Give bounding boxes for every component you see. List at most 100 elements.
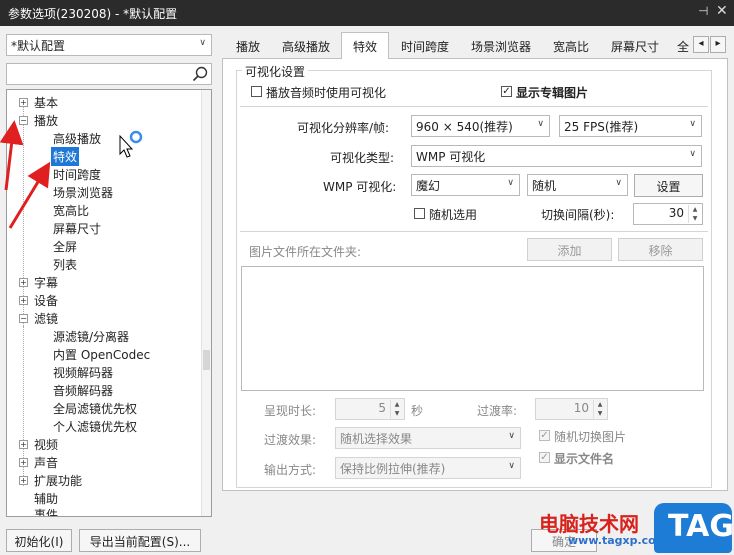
tab-scroll-right[interactable]: ▸ — [710, 36, 726, 53]
folder-list[interactable] — [241, 266, 704, 391]
random-select-checkbox[interactable] — [414, 208, 425, 219]
init-button[interactable]: 初始化(I) — [6, 529, 72, 552]
add-folder-button[interactable]: 添加 — [527, 238, 612, 261]
annotation-arrows — [0, 120, 51, 229]
transition-rate-label: 过渡率: — [477, 404, 518, 418]
resolution-select[interactable]: 960 × 540(推荐) ∨ — [411, 115, 550, 137]
transition-rate-spinner[interactable]: 10 ▲ ▼ — [535, 398, 608, 420]
show-filename-label: 显示文件名 — [554, 452, 615, 466]
tree-item-opencodec[interactable]: 内置 OpenCodec — [53, 346, 150, 363]
tree-item-advanced-playback[interactable]: 高级播放 — [53, 130, 101, 147]
divider — [240, 106, 708, 107]
profile-select[interactable]: *默认配置 ∨ — [6, 34, 212, 56]
interval-spinner[interactable]: 30 ▲ ▼ — [633, 203, 703, 225]
tree-expander[interactable]: + — [19, 296, 28, 305]
tree-item-extensions[interactable]: 扩展功能 — [34, 472, 82, 489]
show-album-checkbox[interactable]: ✓ — [501, 86, 512, 97]
tab-effects[interactable]: 特效 — [341, 32, 389, 59]
random-switch-checkbox[interactable]: ✓ — [539, 430, 550, 441]
interval-label: 切换间隔(秒): — [541, 208, 615, 222]
spinner-down-icon[interactable]: ▼ — [390, 409, 403, 418]
spinner-up-icon[interactable]: ▲ — [593, 400, 606, 409]
tree-item-sound[interactable]: 声音 — [34, 454, 58, 471]
tree-expander[interactable]: + — [19, 476, 28, 485]
wmp-mode-value: 随机 — [532, 179, 557, 193]
tree-scrollbar[interactable] — [201, 90, 211, 516]
spinner-down-icon[interactable]: ▼ — [593, 409, 606, 418]
use-visual-label: 播放音频时使用可视化 — [266, 86, 387, 100]
tree-item-video[interactable]: 视频 — [34, 436, 58, 453]
duration-value: 5 — [378, 401, 386, 415]
wmp-mode-select[interactable]: 随机 ∨ — [527, 174, 628, 196]
tree-item-screen-size[interactable]: 屏幕尺寸 — [53, 220, 101, 237]
tree-item-source-filter[interactable]: 源滤镜/分离器 — [53, 328, 129, 345]
search-input[interactable] — [6, 63, 212, 85]
tree-item-personal-filter-priority[interactable]: 个人滤镜优先权 — [53, 418, 137, 435]
chevron-down-icon: ∨ — [508, 461, 515, 471]
tree-item-devices[interactable]: 设备 — [34, 292, 58, 309]
spinner-up-icon[interactable]: ▲ — [390, 400, 403, 409]
tree-item-global-filter-priority[interactable]: 全局滤镜优先权 — [53, 400, 137, 417]
chevron-down-icon: ∨ — [689, 149, 696, 159]
tree-item-audio-decoder[interactable]: 音频解码器 — [53, 382, 113, 399]
pin-icon[interactable]: ⊣ — [698, 4, 708, 18]
tree-item-scene-browser[interactable]: 场景浏览器 — [53, 184, 113, 201]
tree-item-fullscreen[interactable]: 全屏 — [53, 238, 77, 255]
tree-item-list[interactable]: 列表 — [53, 256, 77, 273]
tab-advanced-playback[interactable]: 高级播放 — [274, 33, 338, 58]
visual-type-select[interactable]: WMP 可视化 ∨ — [411, 145, 702, 167]
transition-effect-select[interactable]: 随机选择效果 ∨ — [335, 427, 521, 449]
tree-scrollbar-thumb[interactable] — [203, 350, 210, 370]
duration-unit: 秒 — [411, 404, 424, 418]
transition-effect-label: 过渡效果: — [264, 433, 317, 447]
duration-spinner[interactable]: 5 ▲ ▼ — [335, 398, 405, 420]
tab-aspect-ratio[interactable]: 宽高比 — [545, 33, 597, 58]
tree-expander[interactable]: + — [19, 440, 28, 449]
watermark-url: www.tagxp.com — [568, 534, 668, 547]
tree-item-time-span[interactable]: 时间跨度 — [53, 166, 101, 183]
transition-rate-value: 10 — [573, 401, 589, 415]
wmp-label: WMP 可视化: — [323, 180, 397, 194]
spinner-down-icon[interactable]: ▼ — [688, 214, 701, 223]
tab-scroll-left[interactable]: ◂ — [693, 36, 709, 53]
output-value: 保持比例拉伸(推荐) — [340, 462, 446, 476]
wmp-preset-value: 魔幻 — [416, 179, 441, 193]
fps-select[interactable]: 25 FPS(推荐) ∨ — [559, 115, 702, 137]
tab-time-span[interactable]: 时间跨度 — [393, 33, 457, 58]
watermark-logo: TAG — [654, 503, 734, 553]
remove-folder-button[interactable]: 移除 — [618, 238, 703, 261]
duration-label: 呈现时长: — [264, 404, 317, 418]
tree-item-subtitles[interactable]: 字幕 — [34, 274, 58, 291]
search-icon[interactable] — [192, 66, 208, 82]
random-select-label: 随机选用 — [429, 208, 478, 222]
tab-fullscreen[interactable]: 全 — [675, 33, 691, 58]
tree-expander[interactable]: + — [19, 458, 28, 467]
tab-playback[interactable]: 播放 — [228, 33, 268, 58]
fps-value: 25 FPS(推荐) — [564, 120, 639, 134]
tree-item-video-decoder[interactable]: 视频解码器 — [53, 364, 113, 381]
output-select[interactable]: 保持比例拉伸(推荐) ∨ — [335, 457, 521, 479]
output-label: 输出方式: — [264, 463, 317, 477]
tree-expander[interactable]: + — [19, 278, 28, 287]
settings-button[interactable]: 设置 — [634, 174, 703, 197]
spinner-up-icon[interactable]: ▲ — [688, 205, 701, 214]
interval-value: 30 — [668, 206, 684, 220]
visual-type-label: 可视化类型: — [330, 151, 395, 165]
tree-item-events[interactable]: 事件 — [34, 506, 58, 516]
tree-item-accessibility[interactable]: 辅助 — [34, 490, 58, 507]
resolution-value: 960 × 540(推荐) — [416, 120, 513, 134]
title-bar: 参数选项(230208) - *默认配置 ⊣ ✕ — [0, 0, 734, 26]
tree-expander[interactable]: − — [19, 314, 28, 323]
busy-cursor-icon — [119, 130, 143, 158]
show-filename-checkbox[interactable]: ✓ — [539, 452, 550, 463]
tab-screen-size[interactable]: 屏幕尺寸 — [603, 33, 667, 58]
tree-item-filters[interactable]: 滤镜 — [34, 310, 58, 327]
chevron-down-icon: ∨ — [689, 119, 696, 129]
chevron-down-icon: ∨ — [508, 431, 515, 441]
wmp-preset-select[interactable]: 魔幻 ∨ — [411, 174, 520, 196]
show-album-label: 显示专辑图片 — [516, 86, 589, 100]
tab-scene-browser[interactable]: 场景浏览器 — [462, 33, 540, 58]
close-icon[interactable]: ✕ — [716, 3, 728, 19]
export-config-button[interactable]: 导出当前配置(S)... — [79, 529, 201, 552]
use-visual-checkbox[interactable] — [251, 86, 262, 97]
